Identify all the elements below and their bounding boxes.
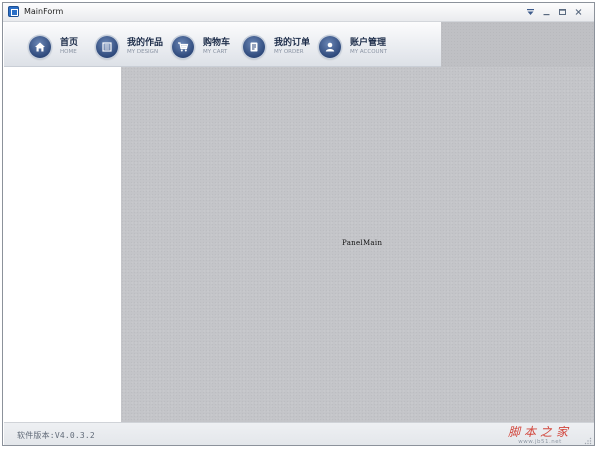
watermark-text: 脚本之家 xyxy=(507,425,572,439)
nav-label-home: 首页 xyxy=(60,38,79,48)
maximize-button[interactable] xyxy=(554,5,570,18)
window-controls xyxy=(522,5,586,19)
toolbar-filler xyxy=(441,22,594,67)
nav-label-my-cart: 购物车 xyxy=(203,38,231,48)
title-bar[interactable]: MainForm xyxy=(3,3,594,22)
nav-item-my-cart[interactable]: 购物车 MY CART xyxy=(172,34,230,60)
design-icon xyxy=(96,36,118,58)
watermark-url: www.jb51.net xyxy=(518,439,562,445)
nav-item-home[interactable]: 首页 HOME xyxy=(29,34,78,60)
home-icon xyxy=(29,36,51,58)
nav-item-my-order[interactable]: 我的订单 MY ORDER xyxy=(243,34,310,60)
options-icon xyxy=(526,8,534,15)
nav-sublabel-my-cart: MY CART xyxy=(203,49,228,55)
close-icon xyxy=(575,8,581,15)
nav-item-my-account[interactable]: 账户管理 MY ACCOUNT xyxy=(319,34,387,60)
cart-icon xyxy=(172,36,194,58)
minimize-button[interactable] xyxy=(538,5,554,18)
close-button[interactable] xyxy=(570,5,586,18)
account-icon xyxy=(319,36,341,58)
options-button[interactable] xyxy=(522,5,538,18)
order-icon xyxy=(243,36,265,58)
nav-sublabel-my-design: MY DESIGN xyxy=(127,49,159,55)
nav-toolbar: 首页 HOME 我的作品 MY DESIGN 购物车 MY CART 我的订单 … xyxy=(4,22,441,67)
panel-main-label: PanelMain xyxy=(342,239,383,247)
watermark: 脚本之家 www.jb51.net xyxy=(508,426,572,446)
nav-label-my-account: 账户管理 xyxy=(350,38,387,48)
resize-grip-icon[interactable] xyxy=(583,436,592,445)
nav-sublabel-home: HOME xyxy=(60,49,77,55)
minimize-icon xyxy=(543,13,549,15)
main-window: MainForm 首页 HOME 我的作品 MY DESIGN 购物车 MY C… xyxy=(2,2,595,446)
nav-sublabel-my-order: MY ORDER xyxy=(274,49,304,55)
panel-main: PanelMain xyxy=(121,67,594,422)
software-version: 软件版本:V4.0.3.2 xyxy=(17,431,95,440)
nav-label-my-design: 我的作品 xyxy=(127,38,164,48)
app-icon xyxy=(8,6,19,17)
nav-label-my-order: 我的订单 xyxy=(274,38,311,48)
maximize-icon xyxy=(558,8,566,15)
sidebar-panel xyxy=(4,67,120,422)
nav-item-my-design[interactable]: 我的作品 MY DESIGN xyxy=(96,34,163,60)
status-bar: 软件版本:V4.0.3.2 脚本之家 www.jb51.net xyxy=(4,422,594,446)
nav-sublabel-my-account: MY ACCOUNT xyxy=(350,49,388,55)
window-title: MainForm xyxy=(24,7,64,16)
